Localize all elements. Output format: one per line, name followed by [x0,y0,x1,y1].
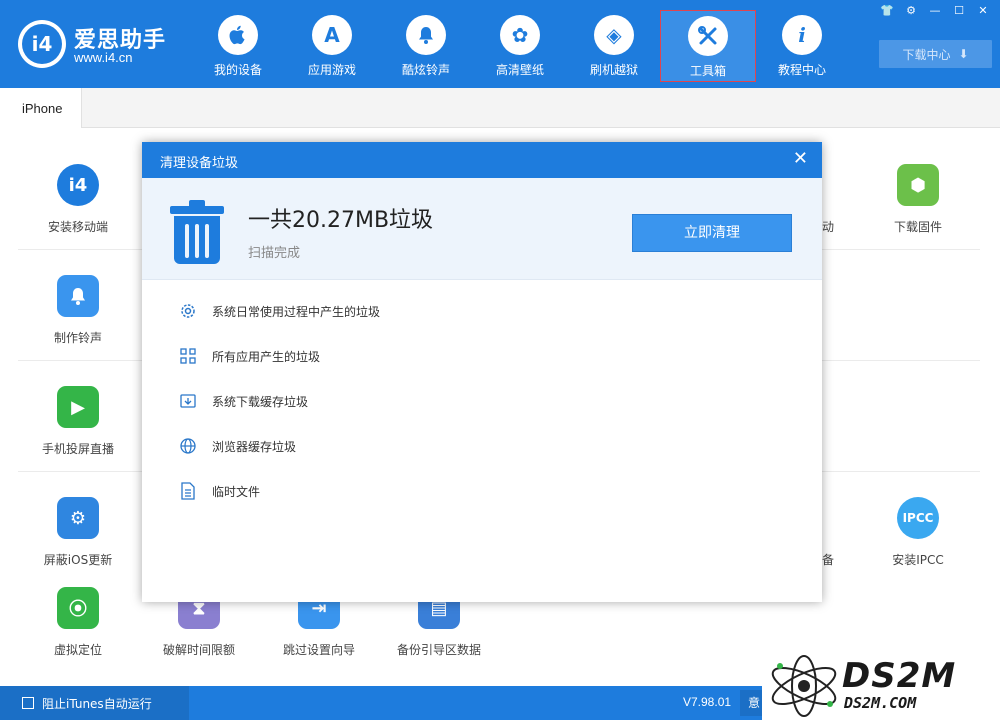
gear-shield-icon: ⚙ [57,497,99,539]
tool-label: 安装IPCC [892,553,944,567]
logo-mark: i4 [22,24,62,64]
junk-item-apps[interactable]: 所有应用产生的垃圾 [178,346,320,366]
nav-ringtones[interactable]: 酷炫铃声 [378,10,474,82]
junk-item-label: 浏览器缓存垃圾 [212,439,297,454]
document-icon [178,481,198,501]
nav-wallpapers[interactable]: ✿ 高清壁纸 [472,10,568,82]
nav-my-device[interactable]: 我的设备 [190,10,286,82]
nav-label: 高清壁纸 [495,63,544,77]
clean-device-junk-dialog: 清理设备垃圾 ✕ 一共20.27MB垃圾 扫描完成 立即清理 系统日常使用过程中… [142,142,822,602]
dropbox-icon: ◈ [594,15,634,55]
dialog-header: 清理设备垃圾 ✕ [142,142,822,178]
top-header: i4 爱思助手 www.i4.cn 我的设备 A 应用游戏 酷炫铃声 ✿ 高清壁… [0,0,1000,88]
junk-item-label: 系统日常使用过程中产生的垃圾 [212,304,381,319]
tool-label-fragment: 动 [822,220,835,234]
globe-icon [178,436,198,456]
nav-label: 教程中心 [777,63,826,77]
nav-toolbox[interactable]: 工具箱 [660,10,756,82]
logo-badge: i4 [18,20,66,68]
close-icon[interactable]: ✕ [974,3,992,19]
tool-label: 手机投屏直播 [41,442,114,456]
clean-now-button[interactable]: 立即清理 [632,214,792,252]
tool-label: 虚拟定位 [53,643,102,657]
nav-label: 工具箱 [689,64,726,78]
download-center-label: 下载中心 [902,47,951,62]
app-logo: i4 爱思助手 www.i4.cn [18,20,188,70]
nav-tutorials[interactable]: i 教程中心 [754,10,850,82]
gear-icon [178,301,198,321]
play-screen-icon: ▶ [57,386,99,428]
window-controls: 👕 ⚙ — ☐ ✕ [878,3,992,19]
tool-block-ios-update[interactable]: ⚙ 屏蔽iOS更新 [18,497,138,568]
junk-total: 一共20.27MB垃圾 [248,208,434,233]
tool-virtual-location[interactable]: ⦿ 虚拟定位 [18,587,138,658]
download-center-button[interactable]: 下载中心 ⬇ [879,40,992,68]
junk-item-label: 系统下载缓存垃圾 [212,394,309,409]
junk-item-label: 所有应用产生的垃圾 [212,349,321,364]
grid-icon [178,346,198,366]
ipcc-icon: IPCC [897,497,939,539]
nav-flash-jailbreak[interactable]: ◈ 刷机越狱 [566,10,662,82]
i4-icon: i4 [57,164,99,206]
version-label: V7.98.01 [683,695,732,709]
junk-item-label: 临时文件 [212,484,261,499]
device-tab-bar: iPhone [0,88,1000,128]
watermark-title: DS2M [842,656,957,696]
apple-icon [218,15,258,55]
minimize-icon[interactable]: — [926,3,944,19]
junk-item-system[interactable]: 系统日常使用过程中产生的垃圾 [178,301,380,321]
maximize-icon[interactable]: ☐ [950,3,968,19]
nav-app-games[interactable]: A 应用游戏 [284,10,380,82]
tool-label: 备份引导区数据 [396,643,481,657]
junk-item-download-cache[interactable]: 系统下载缓存垃圾 [178,391,308,411]
itunes-checkbox[interactable] [22,697,34,709]
gear-icon[interactable]: ⚙ [902,3,920,19]
nav-label: 应用游戏 [307,63,356,77]
tool-label: 安装移动端 [47,220,108,234]
tool-label: 屏蔽iOS更新 [43,553,113,567]
info-icon: i [782,15,822,55]
scan-summary: 一共20.27MB垃圾 扫描完成 立即清理 [142,178,822,280]
tool-download-firmware[interactable]: ⬢ 下载固件 [858,164,978,235]
location-pin-icon: ⦿ [57,587,99,629]
scan-status: 扫描完成 [248,246,301,261]
dialog-title: 清理设备垃圾 [160,156,239,171]
junk-item-temp-files[interactable]: 临时文件 [178,481,260,501]
brand-url: www.i4.cn [74,50,133,65]
watermark-subtitle: DS2M.COM [844,694,917,712]
atom-logo-icon [771,655,837,717]
watermark: DS2M DS2M.COM [762,652,1000,720]
nav-label: 酷炫铃声 [401,63,450,77]
tab-iphone[interactable]: iPhone [0,88,82,128]
tool-make-ringtone[interactable]: 制作铃声 [18,275,138,346]
tool-label: 制作铃声 [53,331,102,345]
tool-install-mobile[interactable]: i4 安装移动端 [18,164,138,235]
app-store-icon: A [312,15,352,55]
flower-icon: ✿ [500,15,540,55]
itunes-checkbox-label: 阻止iTunes自动运行 [42,696,152,711]
tool-label: 下载固件 [893,220,942,234]
bell-plus-icon [57,275,99,317]
nav-label: 我的设备 [213,63,262,77]
box-icon: ⬢ [897,164,939,206]
tool-install-ipcc[interactable]: IPCC 安装IPCC [858,497,978,568]
tool-label: 跳过设置向导 [282,643,355,657]
tools-icon [688,16,728,56]
shirt-icon[interactable]: 👕 [878,3,896,19]
itunes-autorun-toggle[interactable]: 阻止iTunes自动运行 [0,686,189,720]
bell-icon [406,15,446,55]
junk-item-browser-cache[interactable]: 浏览器缓存垃圾 [178,436,296,456]
download-box-icon [178,391,198,411]
tool-label: 破解时间限额 [162,643,235,657]
tool-screen-mirroring[interactable]: ▶ 手机投屏直播 [18,386,138,457]
download-icon: ⬇ [958,47,969,61]
close-icon[interactable]: ✕ [793,148,808,169]
trash-can-icon [170,200,224,266]
nav-label: 刷机越狱 [589,63,638,77]
tool-label-fragment: 备 [822,553,835,567]
